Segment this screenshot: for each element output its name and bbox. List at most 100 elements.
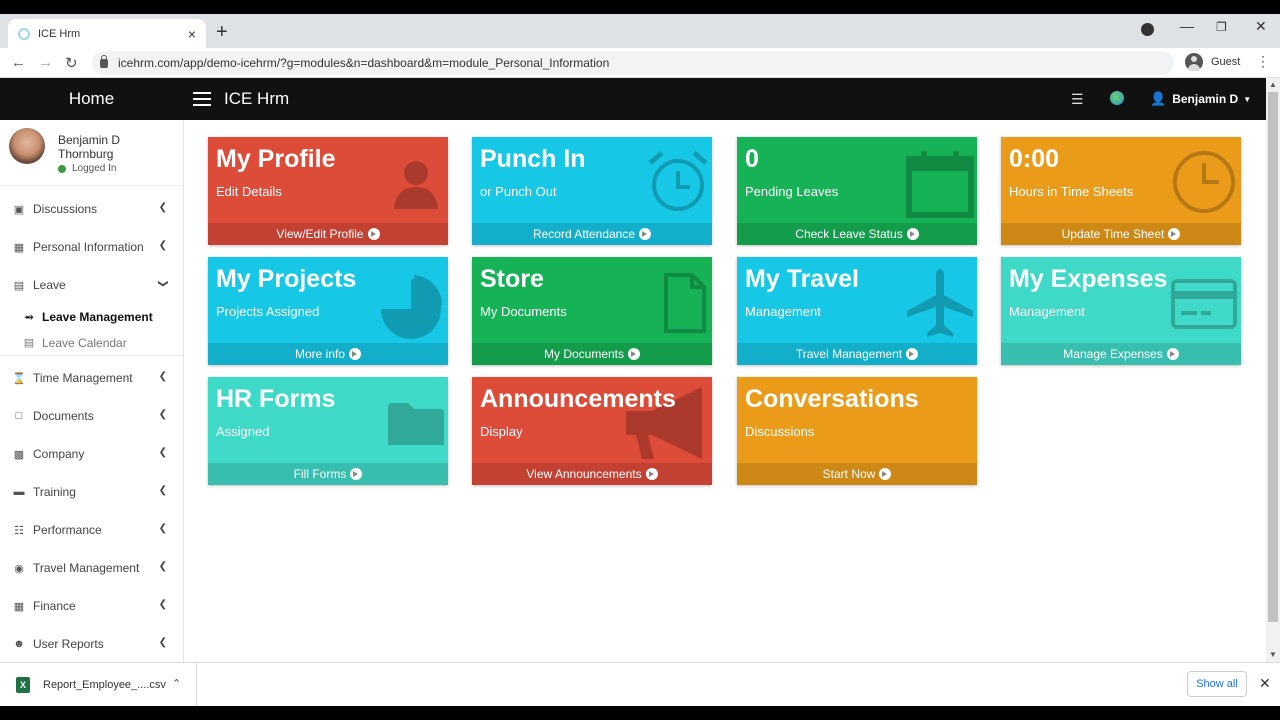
sidebar-item-label: Discussions: [33, 202, 98, 216]
file-icon: [664, 273, 706, 333]
hamburger-icon[interactable]: [193, 92, 211, 106]
scroll-down-icon[interactable]: ▼: [1269, 650, 1277, 659]
alarm-clock-icon: [648, 151, 708, 211]
brand-title[interactable]: ICE Hrm: [224, 78, 289, 120]
chevron-left-icon: ❮: [158, 599, 167, 610]
new-tab-button[interactable]: +: [216, 20, 228, 44]
tile-footer-link[interactable]: Check Leave Status: [737, 223, 977, 245]
sidebar-subitem-leave-management[interactable]: ⥇ Leave Management: [0, 304, 183, 330]
tile-footer-link[interactable]: My Documents: [472, 343, 712, 365]
tile-my-expenses: My Expenses Management Manage Expenses: [1001, 257, 1241, 365]
user-status: Logged In: [58, 163, 117, 174]
tile-footer-link[interactable]: Travel Management: [737, 343, 977, 365]
user-fullname: Benjamin D Thornburg: [58, 133, 120, 161]
tile-footer-link[interactable]: View/Edit Profile: [208, 223, 448, 245]
pie-chart-icon: [381, 275, 443, 339]
reload-icon[interactable]: ↻: [65, 54, 78, 72]
arrow-circle-right-icon: [628, 348, 641, 360]
globe-icon[interactable]: [1110, 91, 1124, 105]
sidebar-subitem-leave-calendar[interactable]: ▤ Leave Calendar: [0, 330, 183, 356]
close-downloads-icon[interactable]: ✕: [1259, 675, 1271, 692]
sidebar-item-company[interactable]: ▩ Company ❮: [0, 435, 183, 473]
browser-tab[interactable]: ICE Hrm ×: [8, 19, 206, 48]
tile-footer-link[interactable]: Fill Forms: [208, 463, 448, 485]
folder-icon: [388, 403, 444, 445]
sidebar-item-leave[interactable]: ▤ Leave ❮: [0, 266, 183, 304]
back-icon[interactable]: ←: [11, 54, 26, 71]
online-dot-icon: [58, 164, 66, 173]
forward-icon[interactable]: →: [38, 54, 53, 71]
more-menu-icon[interactable]: ⋮: [1256, 53, 1270, 70]
tile-footer-label: View Announcements: [526, 467, 642, 481]
arrow-circle-right-icon: [349, 348, 362, 360]
show-all-button[interactable]: Show all: [1187, 671, 1247, 697]
sidebar-item-time-management[interactable]: ⌛ Time Management ❮: [0, 359, 183, 397]
tile-footer-link[interactable]: Record Attendance: [472, 223, 712, 245]
scrollbar-thumb[interactable]: [1268, 92, 1278, 622]
sidebar-item-label: Training: [33, 485, 76, 499]
tile-title: My Profile: [216, 145, 336, 173]
tile-my-profile: My Profile Edit Details View/Edit Profil…: [208, 137, 448, 245]
page-scrollbar[interactable]: ▲ ▼: [1266, 78, 1280, 662]
tile-subtitle: Hours in Time Sheets: [1009, 184, 1134, 199]
sidebar-item-personal-information[interactable]: ▦ Personal Information ❮: [0, 228, 183, 266]
profile-button[interactable]: Guest: [1185, 53, 1240, 71]
user-first-name: Benjamin D: [58, 133, 121, 147]
window-close-icon[interactable]: ✕: [1255, 18, 1267, 35]
arrow-circle-right-icon: [906, 228, 919, 240]
chevron-left-icon: ❮: [158, 202, 167, 213]
tile-subtitle: Management: [745, 304, 821, 319]
tab-close-icon[interactable]: ×: [188, 26, 196, 42]
sidebar-item-label: User Reports: [33, 637, 104, 651]
tile-footer-label: More info: [294, 347, 346, 361]
share-icon: ⥇: [24, 310, 34, 323]
home-link[interactable]: Home: [0, 78, 183, 120]
tile-conversations: Conversations Discussions Start Now: [737, 377, 977, 485]
user-name: Benjamin D: [1172, 92, 1239, 106]
calendar-icon: [906, 151, 974, 218]
user-dropdown[interactable]: 👤 Benjamin D ▼: [1150, 78, 1251, 120]
tile-subtitle: or Punch Out: [480, 184, 557, 199]
sidebar-item-label: Time Management: [33, 371, 133, 385]
sidebar-item-user-reports[interactable]: ☻ User Reports ❮: [0, 625, 183, 663]
chevron-left-icon: ❮: [158, 240, 167, 251]
sidebar-item-label: Travel Management: [33, 561, 140, 575]
tile-footer-link[interactable]: Manage Expenses: [1001, 343, 1241, 365]
user-icon: [394, 161, 438, 209]
sidebar-item-discussions[interactable]: ▣ Discussions ❮: [0, 190, 183, 228]
sidebar-item-finance[interactable]: ▦ Finance ❮: [0, 587, 183, 625]
app-header: Home ICE Hrm ☰ 👤 Benjamin D ▼: [0, 78, 1266, 120]
sidebar-item-documents[interactable]: □ Documents ❮: [0, 397, 183, 435]
tile-footer-link[interactable]: Start Now: [737, 463, 977, 485]
url-field[interactable]: icehrm.com/app/demo-icehrm/?g=modules&n=…: [92, 51, 1174, 75]
download-item[interactable]: X Report_Employee_....csv ⌃: [0, 663, 197, 706]
minimize-icon[interactable]: —: [1180, 18, 1194, 34]
arrow-circle-right-icon: [1168, 228, 1181, 240]
scroll-up-icon[interactable]: ▲: [1269, 80, 1277, 89]
sidebar-item-performance[interactable]: ☷ Performance ❮: [0, 511, 183, 549]
arrow-circle-right-icon: [645, 468, 658, 480]
tile-footer-link[interactable]: Update Time Sheet: [1001, 223, 1241, 245]
tasks-icon[interactable]: ☰: [1071, 91, 1084, 108]
sidebar-item-travel-management[interactable]: ◉ Travel Management ❮: [0, 549, 183, 587]
tile-footer-link[interactable]: View Announcements: [472, 463, 712, 485]
restore-icon[interactable]: ❐: [1216, 20, 1227, 34]
sidebar-subitem-label: Leave Management: [42, 310, 153, 324]
file-icon: □: [15, 410, 23, 422]
avatar-icon: [1185, 53, 1203, 71]
user-panel: Benjamin D Thornburg Logged In: [0, 120, 183, 186]
media-control-icon[interactable]: [1141, 23, 1154, 36]
arrow-circle-right-icon: [879, 468, 892, 480]
arrow-circle-right-icon: [906, 348, 919, 360]
chevron-left-icon: ❮: [158, 561, 167, 572]
tile-title: HR Forms: [216, 385, 336, 413]
arrow-circle-right-icon: [350, 468, 363, 480]
sidebar-item-training[interactable]: ▬ Training ❮: [0, 473, 183, 511]
chevron-up-icon[interactable]: ⌃: [172, 677, 181, 690]
arrow-circle-right-icon: [367, 228, 380, 240]
sidebar-item-label: Company: [33, 447, 85, 461]
tile-footer-link[interactable]: More info: [208, 343, 448, 365]
building-icon: ▩: [13, 448, 25, 461]
tile-my-travel: My Travel Management Travel Management: [737, 257, 977, 365]
tile-store: Store My Documents My Documents: [472, 257, 712, 365]
